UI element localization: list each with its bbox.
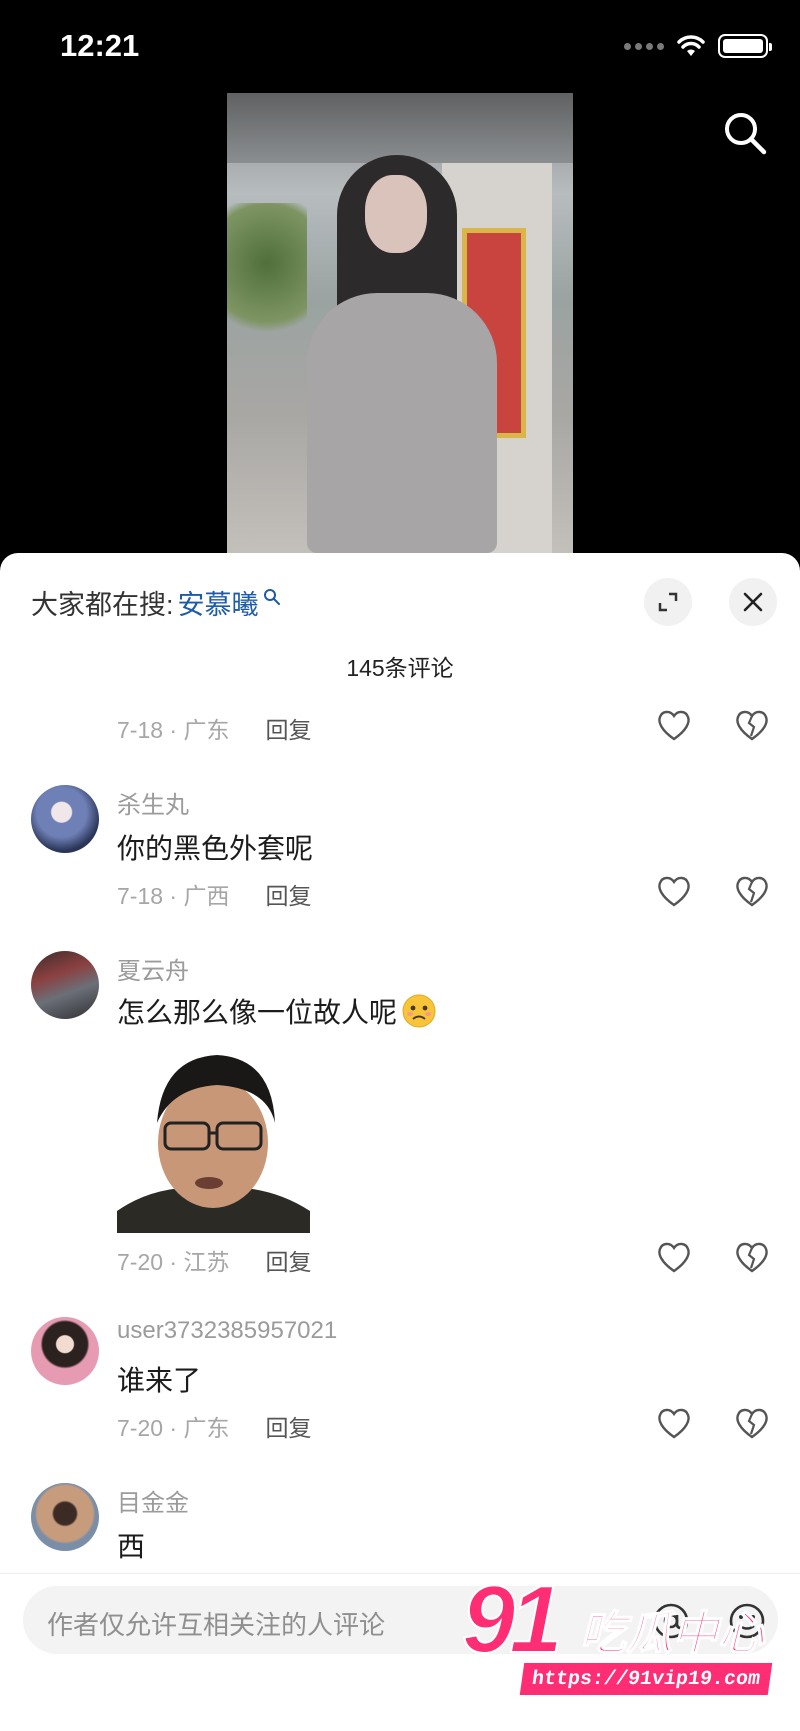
comment-text: 西 xyxy=(117,1531,146,1562)
comment-sheet: 大家都在搜: 安慕曦 145条评论 7-18 · 广东 回复 杀生丸 你的黑色外… xyxy=(0,553,800,1731)
reply-button[interactable]: 回复 xyxy=(265,1409,311,1443)
comment-count: 145条评论 xyxy=(346,655,454,681)
heart-icon[interactable] xyxy=(656,1240,692,1274)
heart-icon[interactable] xyxy=(656,874,692,908)
close-button[interactable] xyxy=(729,578,777,626)
hot-search-prefix: 大家都在搜: xyxy=(31,590,174,620)
comment-date-location: 7-18 · 广西 xyxy=(117,883,230,909)
comment-date-location: 7-20 · 江苏 xyxy=(117,1249,230,1275)
cellular-signal-icon xyxy=(624,42,664,50)
watermark-url: https://91vip19.com xyxy=(519,1663,773,1695)
comment-date-location: 7-20 · 广东 xyxy=(117,1415,230,1441)
avatar[interactable] xyxy=(31,1483,99,1551)
search-icon[interactable] xyxy=(722,110,768,156)
avatar[interactable] xyxy=(31,785,99,853)
comment-input-placeholder: 作者仅允许互相关注的人评论 xyxy=(47,1610,386,1640)
video-player[interactable] xyxy=(227,93,573,553)
status-indicators xyxy=(624,34,772,58)
comment-username[interactable]: 夏云舟 xyxy=(117,951,189,986)
heart-icon[interactable] xyxy=(656,708,692,742)
status-time: 12:21 xyxy=(60,28,140,63)
watermark-logo: 91 吃瓜中心 https://91vip19.com xyxy=(461,1565,782,1703)
heart-icon[interactable] xyxy=(656,1406,692,1440)
sticker-portrait-image xyxy=(117,1043,310,1233)
watermark-name: 吃瓜中心 xyxy=(579,1606,765,1660)
comment-meta: 7-18 · 广东 回复 xyxy=(117,711,311,745)
comment-username[interactable]: 目金金 xyxy=(117,1483,189,1518)
battery-icon xyxy=(718,34,772,58)
status-bar: 12:21 xyxy=(0,0,800,95)
hot-search-suggestion[interactable]: 大家都在搜: 安慕曦 xyxy=(31,583,281,622)
expand-icon xyxy=(658,592,678,612)
broken-heart-icon[interactable] xyxy=(734,1406,770,1440)
reply-button[interactable]: 回复 xyxy=(265,711,311,745)
reply-button[interactable]: 回复 xyxy=(265,1243,311,1277)
broken-heart-icon[interactable] xyxy=(734,874,770,908)
avatar[interactable] xyxy=(31,951,99,1019)
expand-button[interactable] xyxy=(644,578,692,626)
comment-text: 你的黑色外套呢 xyxy=(117,833,314,864)
search-icon xyxy=(263,588,280,605)
reply-button[interactable]: 回复 xyxy=(265,877,311,911)
broken-heart-icon[interactable] xyxy=(734,708,770,742)
watermark-number: 91 xyxy=(461,1565,564,1674)
comment-meta: 7-18 · 广西 回复 xyxy=(117,877,311,911)
hot-search-term[interactable]: 安慕曦 xyxy=(178,583,259,622)
comment-meta: 7-20 · 广东 回复 xyxy=(117,1409,311,1443)
comment-text: 谁来了 xyxy=(117,1365,202,1396)
broken-heart-icon[interactable] xyxy=(734,1240,770,1274)
avatar[interactable] xyxy=(31,1317,99,1385)
close-icon xyxy=(743,592,763,612)
comment-username[interactable]: 杀生丸 xyxy=(117,785,189,820)
wifi-icon xyxy=(677,35,705,56)
comment-text-row: 怎么那么像一位故人呢 xyxy=(117,991,437,1031)
comment-username[interactable]: user3732385957021 xyxy=(117,1317,337,1345)
comment-sticker-image[interactable] xyxy=(117,1043,310,1233)
comment-date-location: 7-18 · 广东 xyxy=(117,717,230,743)
comment-text: 怎么那么像一位故人呢 xyxy=(117,997,398,1028)
comment-meta: 7-20 · 江苏 回复 xyxy=(117,1243,311,1277)
worried-face-emoji-icon xyxy=(402,994,436,1028)
